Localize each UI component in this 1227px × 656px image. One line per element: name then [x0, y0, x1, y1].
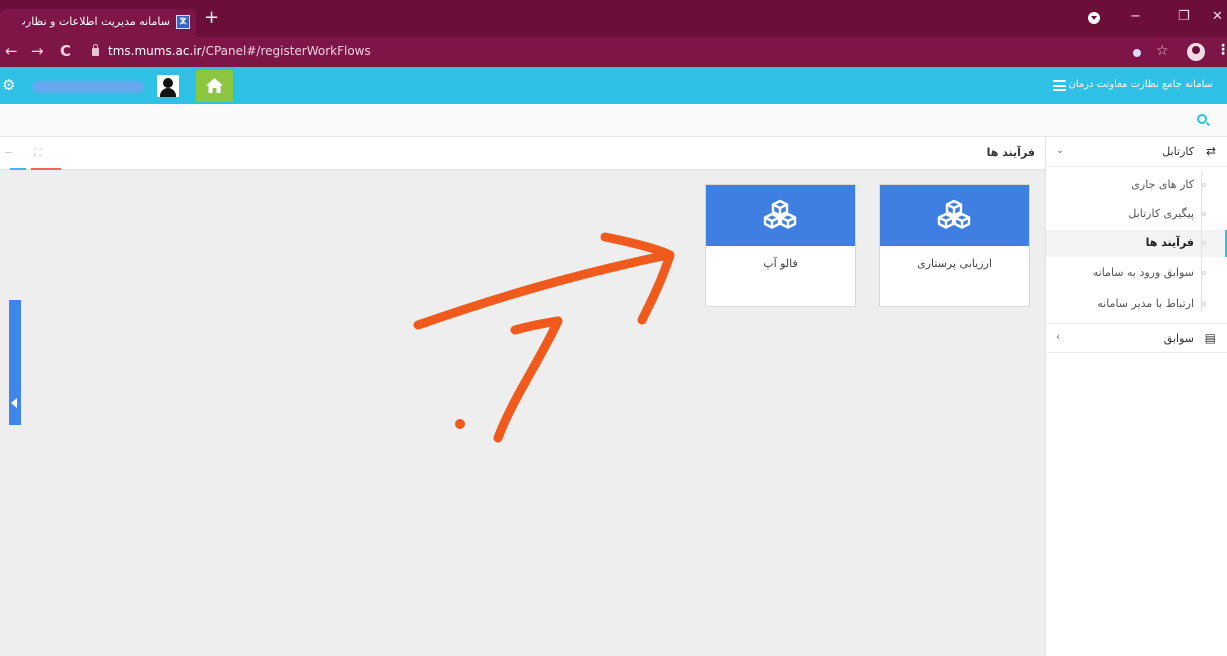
- bookmark-star-icon[interactable]: ☆: [1156, 43, 1169, 59]
- annotation-arrow: [413, 232, 675, 443]
- browser-tab-strip: ? سامانه مدیریت اطلاعات و نظارت د × + − …: [0, 0, 1227, 37]
- tab-title: سامانه مدیریت اطلاعات و نظارت د: [22, 15, 170, 28]
- app-header: ⚙ سامانه جامع نظارت معاونت درمان: [0, 67, 1227, 104]
- sidebar-item-label: فرآیند ها: [1145, 236, 1194, 249]
- app-title: سامانه جامع نظارت معاونت درمان: [1068, 79, 1213, 90]
- url-host: tms.mums.ac.ir: [108, 44, 202, 58]
- browser-tab[interactable]: ? سامانه مدیریت اطلاعات و نظارت د ×: [0, 9, 196, 37]
- cubes-icon: [763, 199, 797, 229]
- card-header: [880, 185, 1029, 246]
- search-icon[interactable]: [1197, 114, 1207, 124]
- profile-avatar-icon[interactable]: [1187, 43, 1205, 61]
- workflow-card-nursing-evaluation[interactable]: ارزیابی پرستاری: [879, 184, 1030, 307]
- close-window-button[interactable]: ✕: [1212, 9, 1223, 24]
- chevron-down-icon: ⌄: [1056, 145, 1065, 156]
- maximize-button[interactable]: ❐: [1178, 9, 1190, 24]
- sidebar-group-savabegh[interactable]: ▤ سوابق ‹: [1046, 323, 1227, 353]
- bullet-icon: [1202, 271, 1206, 275]
- sidebar-group-label: کارتابل: [1162, 145, 1194, 158]
- sidebar-item-workflows[interactable]: فرآیند ها: [1046, 230, 1227, 257]
- sidebar-item-login-history[interactable]: سوابق ورود به سامانه: [1046, 260, 1227, 287]
- panel-header: − ⛶ فرآیند ها: [0, 137, 1045, 170]
- sidebar-item-current-tasks[interactable]: کار های جاری: [1046, 172, 1227, 199]
- sidebar-item-track-kartabl[interactable]: پیگیری کارتابل: [1046, 201, 1227, 228]
- sidebar-item-label: سوابق ورود به سامانه: [1092, 266, 1194, 279]
- collapse-panel-icon[interactable]: −: [4, 146, 13, 159]
- sidebar-item-label: پیگیری کارتابل: [1128, 207, 1194, 220]
- cubes-icon: [937, 199, 971, 229]
- back-button[interactable]: ←: [5, 43, 18, 59]
- home-icon: [206, 78, 223, 93]
- bullet-icon: [1202, 183, 1206, 187]
- retweet-icon: ⇄: [1205, 144, 1216, 158]
- hamburger-menu-icon[interactable]: [1053, 80, 1066, 91]
- user-icon[interactable]: [157, 75, 179, 97]
- panel-title: فرآیند ها: [986, 146, 1035, 159]
- reload-button[interactable]: C: [60, 43, 71, 59]
- user-name-redacted: [32, 81, 144, 93]
- lock-icon[interactable]: [92, 44, 99, 56]
- sidebar: ⇄ کارتابل ⌄ کار های جاری پیگیری کارتابل …: [1045, 137, 1227, 656]
- annotation-dot: [455, 419, 465, 429]
- sidebar-item-label: ارتباط با مدیر سامانه: [1097, 297, 1194, 310]
- sidebar-item-contact-admin[interactable]: ارتباط با مدیر سامانه: [1046, 291, 1227, 318]
- fullscreen-panel-icon[interactable]: ⛶: [34, 146, 42, 160]
- sidebar-group-label: سوابق: [1163, 332, 1194, 345]
- browser-menu-icon[interactable]: ⋮: [1216, 42, 1227, 58]
- sidebar-tree-line: [1201, 172, 1202, 312]
- url-path: /CPanel#/registerWorkFlows: [201, 44, 371, 58]
- bullet-icon: [1202, 212, 1206, 216]
- browser-toolbar: ← → C tms.mums.ac.ir/CPanel#/registerWor…: [0, 37, 1227, 67]
- bullet-icon: [1202, 302, 1206, 306]
- new-tab-button[interactable]: +: [204, 9, 219, 27]
- chevron-left-icon: ‹: [1056, 332, 1060, 343]
- workflow-card-follow-up[interactable]: فالو آپ: [705, 184, 856, 307]
- sidebar-item-label: کار های جاری: [1131, 178, 1194, 191]
- search-strip: [0, 104, 1227, 137]
- card-header: [706, 185, 855, 246]
- card-label: فالو آپ: [763, 257, 798, 270]
- minimize-button[interactable]: −: [1130, 9, 1141, 24]
- sidebar-group-kartabl[interactable]: ⇄ کارتابل ⌄: [1046, 137, 1227, 167]
- home-button[interactable]: [196, 70, 233, 102]
- forward-button[interactable]: →: [31, 43, 44, 59]
- card-label: ارزیابی پرستاری: [917, 257, 992, 270]
- gear-icon[interactable]: ⚙: [2, 78, 16, 93]
- tab-close-icon[interactable]: ×: [178, 14, 188, 28]
- bullet-icon: [1202, 241, 1206, 245]
- extension-icon[interactable]: [1133, 49, 1141, 57]
- archive-icon: ▤: [1204, 331, 1216, 345]
- address-bar[interactable]: tms.mums.ac.ir/CPanel#/registerWorkFlows: [108, 44, 371, 58]
- side-drawer-toggle[interactable]: [9, 300, 21, 425]
- tab-search-icon[interactable]: [1088, 12, 1100, 24]
